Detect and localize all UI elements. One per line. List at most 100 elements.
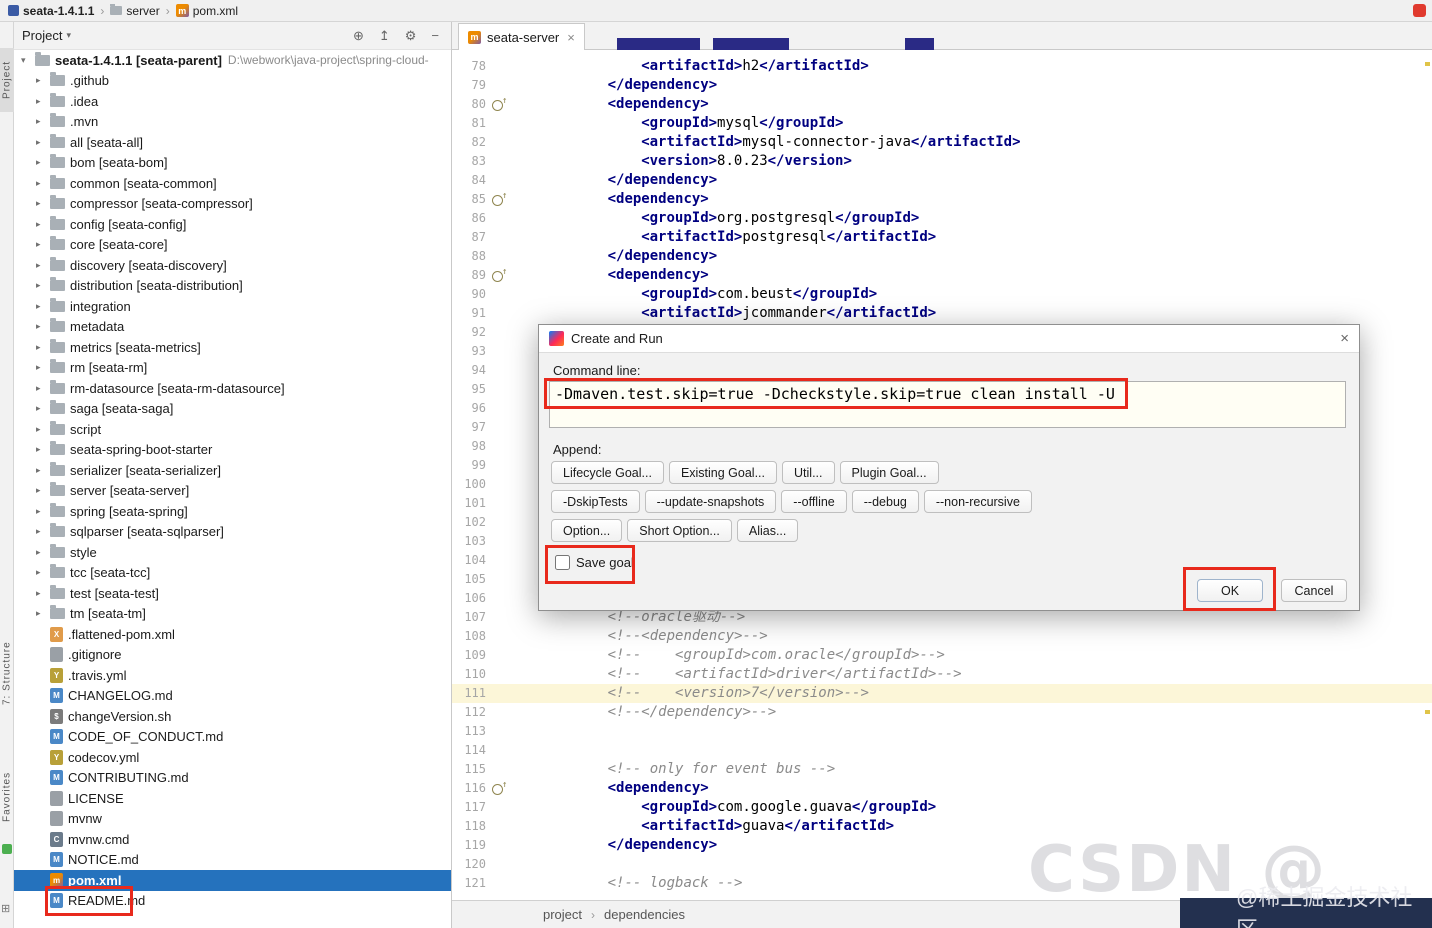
tree-item[interactable]: ▸ test [seata-test] xyxy=(14,583,451,604)
close-icon[interactable]: × xyxy=(567,30,575,45)
tree-item[interactable]: .flattened-pom.xml xyxy=(14,624,451,645)
tree-item[interactable]: .travis.yml xyxy=(14,665,451,686)
tool-button-structure[interactable]: 7: Structure xyxy=(0,634,14,712)
tree-item[interactable]: ▸ compressor [seata-compressor] xyxy=(14,194,451,215)
tree-item[interactable]: ▸ rm-datasource [seata-rm-datasource] xyxy=(14,378,451,399)
tree-item[interactable]: mvnw.cmd xyxy=(14,829,451,850)
maven-goal-icon[interactable] xyxy=(486,92,512,114)
tree-item[interactable]: ▸ seata-spring-boot-starter xyxy=(14,440,451,461)
collapse-all-icon[interactable]: ↥ xyxy=(379,28,390,44)
tree-item[interactable]: ▸ metrics [seata-metrics] xyxy=(14,337,451,358)
append-button[interactable]: Existing Goal... xyxy=(668,461,778,484)
breadcrumb-project[interactable]: seata-1.4.1.1 xyxy=(6,4,96,18)
folder-icon xyxy=(50,584,65,599)
tree-item[interactable]: NOTICE.md xyxy=(14,850,451,871)
tree-item[interactable]: LICENSE xyxy=(14,788,451,809)
crumb-project[interactable]: project xyxy=(543,907,582,922)
ok-button[interactable]: OK xyxy=(1197,579,1263,602)
gutter-space xyxy=(486,57,512,76)
tree-item[interactable]: ▸ distribution [seata-distribution] xyxy=(14,276,451,297)
tree-item[interactable]: ▸ common [seata-common] xyxy=(14,173,451,194)
line-number: 88 xyxy=(471,249,486,263)
tree-item[interactable]: ▸ all [seata-all] xyxy=(14,132,451,153)
append-button[interactable]: Lifecycle Goal... xyxy=(551,461,664,484)
append-button[interactable]: --offline xyxy=(781,490,847,513)
tree-item[interactable]: ▸ server [seata-server] xyxy=(14,481,451,502)
red-marker-icon[interactable] xyxy=(1413,4,1426,17)
append-button[interactable]: Alias... xyxy=(736,519,799,542)
tool-button-favorites[interactable]: Favorites xyxy=(0,764,14,830)
tree-item[interactable]: ▸ config [seata-config] xyxy=(14,214,451,235)
tree-item[interactable]: mvnw xyxy=(14,809,451,830)
tree-item[interactable]: ▸ saga [seata-saga] xyxy=(14,399,451,420)
append-button[interactable]: -DskipTests xyxy=(551,490,640,513)
tree-item[interactable]: ▸ integration xyxy=(14,296,451,317)
append-button[interactable]: Short Option... xyxy=(627,519,732,542)
folder-icon xyxy=(110,4,123,15)
tree-item[interactable]: ▸ .github xyxy=(14,71,451,92)
command-line-input[interactable]: -Dmaven.test.skip=true -Dcheckstyle.skip… xyxy=(549,381,1346,428)
cancel-button[interactable]: Cancel xyxy=(1281,579,1347,602)
line-number: 93 xyxy=(471,344,486,358)
close-icon[interactable]: × xyxy=(1340,330,1349,347)
tree-item[interactable]: CHANGELOG.md xyxy=(14,686,451,707)
tree-item[interactable]: README.md xyxy=(14,891,451,912)
code-line: 85 <dependency> xyxy=(452,187,1432,209)
append-button[interactable]: --update-snapshots xyxy=(644,490,777,513)
tree-item-label: all [seata-all] xyxy=(70,134,143,150)
code-line: 118 <artifactId>guava</artifactId> xyxy=(452,817,1432,836)
tree-item[interactable]: changeVersion.sh xyxy=(14,706,451,727)
maven-goal-icon[interactable] xyxy=(486,263,512,285)
breadcrumb-pom[interactable]: pom.xml xyxy=(174,4,240,18)
tree-item[interactable]: .gitignore xyxy=(14,645,451,666)
tree-item[interactable]: ▸ discovery [seata-discovery] xyxy=(14,255,451,276)
tool-windows-icon[interactable]: ⊞ xyxy=(1,902,10,915)
code-line: 110 <!-- <artifactId>driver</artifactId>-… xyxy=(452,665,1432,684)
tab-seata-server[interactable]: seata-server × xyxy=(458,23,585,50)
tree-item[interactable]: ▸ .mvn xyxy=(14,112,451,133)
append-button[interactable]: --debug xyxy=(851,490,919,513)
chevron-right-icon: ▸ xyxy=(36,95,41,106)
command-line-label: Command line: xyxy=(553,363,641,378)
tree-item[interactable]: ▸ .idea xyxy=(14,91,451,112)
tree-item-label: CODE_OF_CONDUCT.md xyxy=(68,729,224,745)
append-button[interactable]: --non-recursive xyxy=(923,490,1032,513)
tree-item[interactable]: ▸ tcc [seata-tcc] xyxy=(14,563,451,584)
maven-goal-icon[interactable] xyxy=(486,187,512,209)
crumb-dependencies[interactable]: dependencies xyxy=(604,907,685,922)
append-button[interactable]: Option... xyxy=(551,519,623,542)
tree-item[interactable]: ▸ rm [seata-rm] xyxy=(14,358,451,379)
tree-item[interactable]: ▸ style xyxy=(14,542,451,563)
chevron-right-icon: › xyxy=(591,907,596,922)
maven-goal-icon[interactable] xyxy=(486,776,512,798)
md-file-icon xyxy=(50,770,63,786)
line-number: 119 xyxy=(464,838,486,852)
tree-item[interactable]: ▸ core [seata-core] xyxy=(14,235,451,256)
append-button[interactable]: Util... xyxy=(782,461,835,484)
tree-item[interactable]: CONTRIBUTING.md xyxy=(14,768,451,789)
hide-panel-icon[interactable]: − xyxy=(431,28,439,44)
code-text: <!-- <version>7</version>--> xyxy=(607,685,869,701)
tree-item[interactable]: ▸ sqlparser [seata-sqlparser] xyxy=(14,522,451,543)
tree-item[interactable]: ▸ script xyxy=(14,419,451,440)
tree-item-root[interactable]: ▾ seata-1.4.1.1 [seata-parent] D:\webwor… xyxy=(14,50,451,71)
gear-icon[interactable]: ⚙ xyxy=(405,28,417,44)
save-goal-checkbox[interactable] xyxy=(555,555,570,570)
tree-item[interactable]: ▸ metadata xyxy=(14,317,451,338)
chevron-expanded-icon[interactable]: ▾ xyxy=(21,55,35,66)
project-view-selector[interactable]: Project ▾ xyxy=(22,28,71,43)
breadcrumb-server[interactable]: server xyxy=(108,4,161,18)
locate-file-icon[interactable]: ⊕ xyxy=(353,28,364,44)
plugin-icon[interactable] xyxy=(2,844,12,854)
line-number: 109 xyxy=(464,648,486,662)
tree-item[interactable]: codecov.yml xyxy=(14,747,451,768)
append-button[interactable]: Plugin Goal... xyxy=(839,461,939,484)
tree-item[interactable]: ▸ tm [seata-tm] xyxy=(14,604,451,625)
tool-button-project[interactable]: Project xyxy=(0,48,14,112)
tree-item[interactable]: ▸ bom [seata-bom] xyxy=(14,153,451,174)
gutter-space xyxy=(486,418,512,437)
tree-item[interactable]: ▸ spring [seata-spring] xyxy=(14,501,451,522)
tree-item[interactable]: CODE_OF_CONDUCT.md xyxy=(14,727,451,748)
tree-item[interactable]: pom.xml xyxy=(14,870,451,891)
tree-item[interactable]: ▸ serializer [seata-serializer] xyxy=(14,460,451,481)
